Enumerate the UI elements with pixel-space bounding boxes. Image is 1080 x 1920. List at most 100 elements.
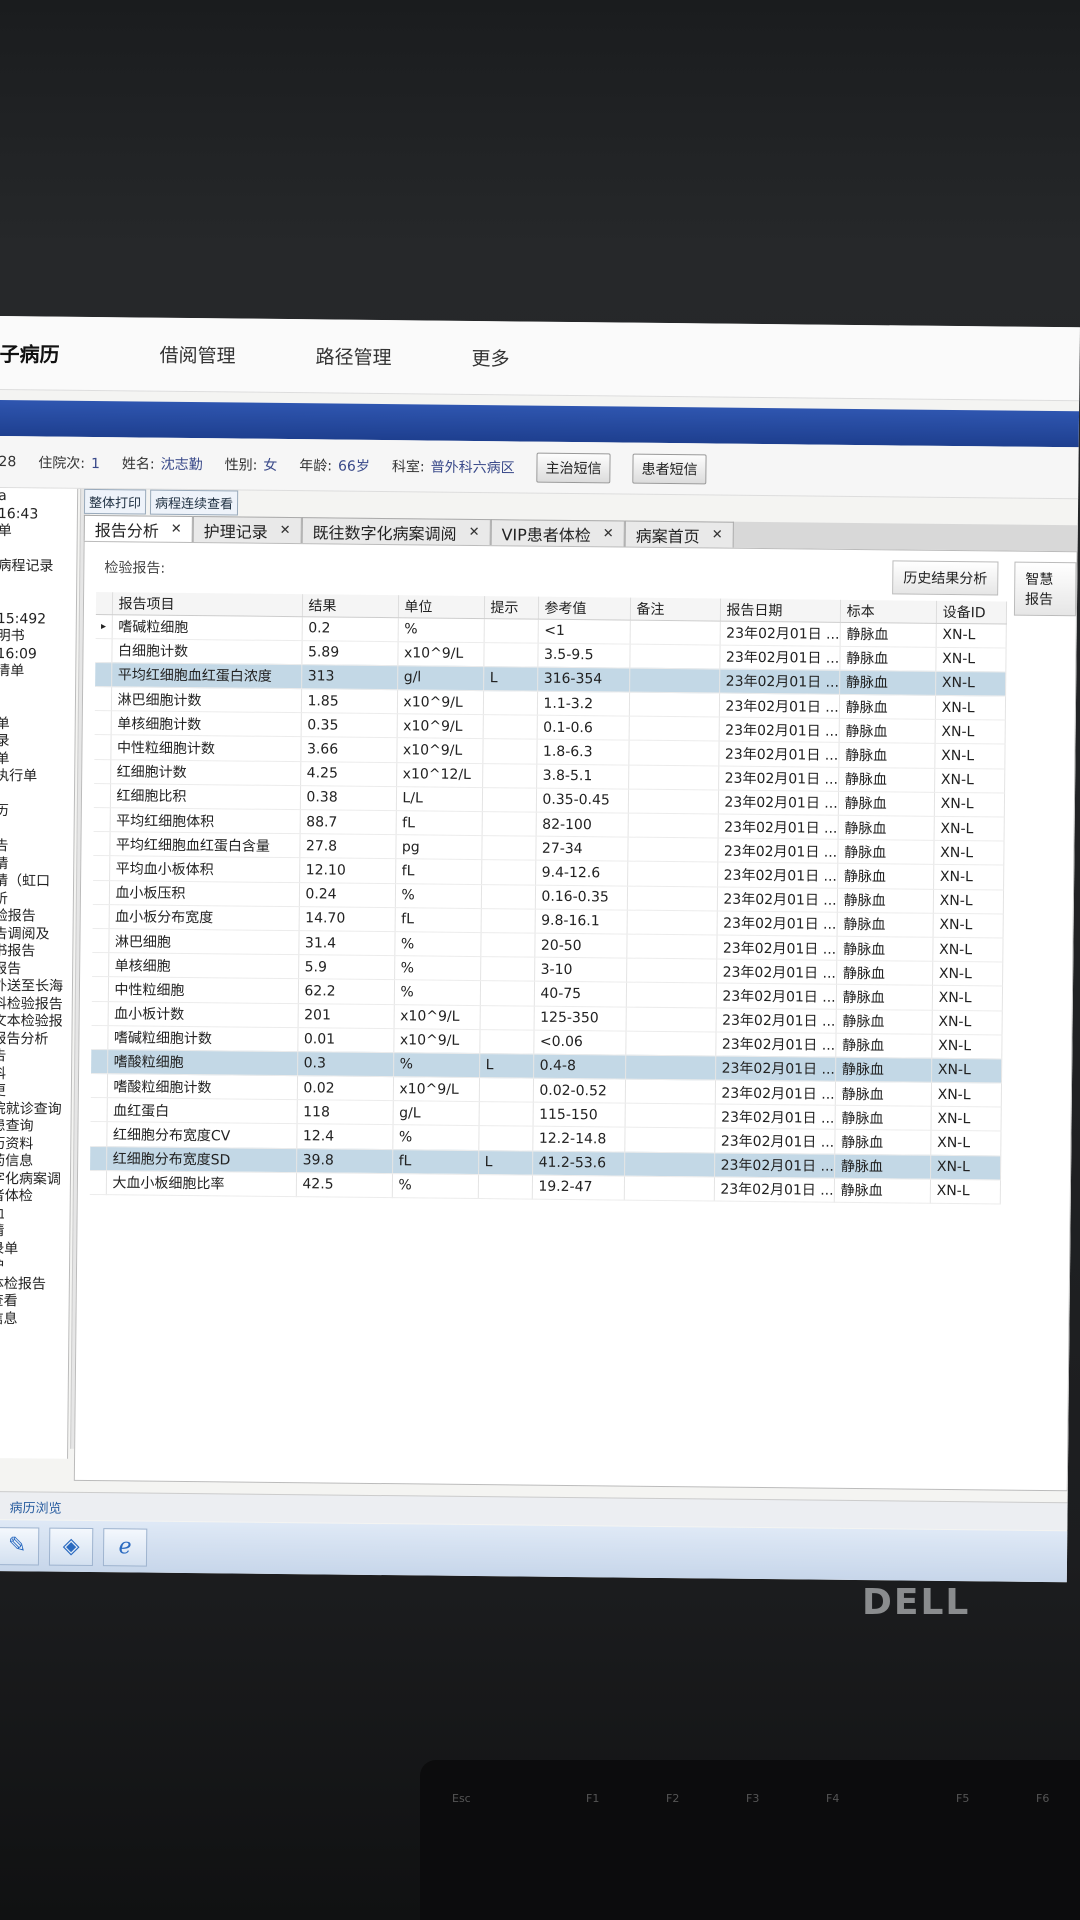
left-nav-item[interactable]: 外送至长海 bbox=[0, 978, 72, 996]
smart-report-button[interactable]: 智慧报告 bbox=[1013, 561, 1077, 617]
table-cell bbox=[625, 1030, 716, 1056]
left-nav-item[interactable]: 历 bbox=[0, 803, 74, 821]
left-nav-item[interactable]: 者体检 bbox=[0, 1188, 70, 1206]
left-nav-item[interactable]: a bbox=[0, 488, 77, 506]
table-cell bbox=[481, 859, 536, 885]
left-nav-item[interactable] bbox=[0, 540, 77, 558]
column-header[interactable]: 参考值 bbox=[537, 596, 631, 620]
record-browse-tab[interactable]: 病历浏览 bbox=[7, 1492, 64, 1524]
left-nav-item[interactable]: 信息 bbox=[0, 1310, 69, 1328]
left-nav-item[interactable]: 请 bbox=[0, 855, 73, 873]
tab-vip-checkup[interactable]: VIP患者体检 ✕ bbox=[490, 519, 625, 547]
column-header[interactable]: 设备ID bbox=[936, 600, 1007, 624]
left-nav-item[interactable]: 验报告 bbox=[0, 908, 73, 926]
row-marker bbox=[90, 1146, 107, 1171]
left-nav-item[interactable]: 病程记录 bbox=[0, 558, 76, 576]
table-cell: 31.4 bbox=[298, 930, 395, 956]
column-header[interactable]: 结果 bbox=[301, 594, 399, 618]
table-cell: 红细胞分布宽度SD bbox=[106, 1146, 297, 1173]
left-nav-item[interactable]: 录单 bbox=[0, 1240, 69, 1258]
left-nav-item[interactable]: 执行单 bbox=[0, 768, 74, 786]
table-cell: 0.02 bbox=[296, 1075, 394, 1101]
doctor-sms-button[interactable]: 主治短信 bbox=[536, 452, 611, 483]
column-header[interactable]: 提示 bbox=[483, 596, 539, 619]
row-marker bbox=[94, 759, 111, 784]
tab-record-homepage[interactable]: 病案首页 ✕ bbox=[624, 520, 734, 548]
left-nav-item[interactable] bbox=[0, 785, 74, 803]
progress-view-button[interactable]: 病程连续查看 bbox=[149, 489, 239, 516]
left-nav-item[interactable] bbox=[0, 820, 74, 838]
history-analysis-button[interactable]: 历史结果分析 bbox=[892, 560, 999, 596]
left-nav-item[interactable] bbox=[0, 575, 76, 593]
left-nav-item[interactable]: 字化病案调 bbox=[0, 1170, 70, 1188]
left-nav-item[interactable]: 16:09 bbox=[0, 645, 76, 663]
table-cell: <0.06 bbox=[533, 1029, 626, 1055]
table-cell: % bbox=[394, 883, 482, 909]
column-header[interactable]: 报告项目 bbox=[111, 592, 303, 617]
left-nav-item[interactable]: 院就诊查询 bbox=[0, 1100, 71, 1118]
table-cell: 3.8-5.1 bbox=[536, 763, 629, 789]
left-nav-item[interactable] bbox=[0, 680, 75, 698]
left-nav-item[interactable] bbox=[0, 593, 76, 611]
left-nav-item[interactable]: 单 bbox=[0, 715, 75, 733]
left-nav-item[interactable]: 体检报告 bbox=[0, 1275, 69, 1293]
left-nav-item[interactable]: 清单 bbox=[0, 663, 75, 681]
nav-borrow-management[interactable]: 借阅管理 bbox=[159, 341, 235, 369]
left-nav-item[interactable]: 录 bbox=[0, 733, 75, 751]
ie-icon[interactable]: ℯ bbox=[102, 1527, 148, 1567]
tab-label: 报告分析 bbox=[94, 520, 159, 541]
left-nav-item[interactable]: 科 bbox=[0, 1065, 71, 1083]
left-nav-item[interactable]: 血 bbox=[0, 1205, 70, 1223]
left-nav-item[interactable]: 文本检验报 bbox=[0, 1013, 72, 1031]
table-cell: 嗜酸粒细胞计数 bbox=[106, 1073, 298, 1100]
left-nav-item[interactable]: 报告 bbox=[0, 960, 72, 978]
close-icon[interactable]: ✕ bbox=[171, 522, 182, 537]
left-nav-item[interactable]: 更 bbox=[0, 1083, 71, 1101]
close-icon[interactable]: ✕ bbox=[712, 527, 723, 542]
table-cell: XN-L bbox=[932, 961, 1003, 987]
left-nav-item[interactable]: 单 bbox=[0, 750, 74, 768]
tab-report-analysis[interactable]: 报告分析 ✕ bbox=[83, 514, 193, 543]
close-icon[interactable]: ✕ bbox=[603, 526, 614, 541]
left-nav-item[interactable]: 析 bbox=[0, 890, 73, 908]
patient-sms-button[interactable]: 患者短信 bbox=[632, 453, 707, 484]
left-nav-item[interactable] bbox=[0, 698, 75, 716]
left-nav-item[interactable]: 科检验报告 bbox=[0, 995, 72, 1013]
column-header[interactable]: 标本 bbox=[840, 599, 937, 623]
close-icon[interactable]: ✕ bbox=[469, 525, 480, 540]
tab-digital-records[interactable]: 既往数字化病案调阅 ✕ bbox=[301, 517, 491, 546]
left-nav-item[interactable]: 15:492 bbox=[0, 610, 76, 628]
left-nav-item[interactable]: 报告分析 bbox=[0, 1030, 72, 1048]
table-cell: XN-L bbox=[934, 743, 1005, 769]
left-nav-item[interactable]: 请（虹口 bbox=[0, 873, 73, 891]
row-marker bbox=[91, 1025, 108, 1050]
left-nav-item[interactable]: 告 bbox=[0, 838, 74, 856]
left-nav-item[interactable]: 护 bbox=[0, 1258, 69, 1276]
print-all-button[interactable]: 整体打印 bbox=[83, 488, 147, 515]
app-icon[interactable]: ◈ bbox=[48, 1527, 94, 1566]
left-nav-item[interactable]: 明书 bbox=[0, 628, 76, 646]
left-nav-item[interactable]: 药信息 bbox=[0, 1153, 70, 1171]
nav-path-management[interactable]: 路径管理 bbox=[315, 342, 391, 370]
left-nav-item[interactable]: 告调阅及 bbox=[0, 925, 73, 943]
column-header[interactable]: 报告日期 bbox=[719, 598, 841, 622]
nav-more[interactable]: 更多 bbox=[471, 344, 509, 371]
left-nav-item[interactable]: 查看 bbox=[0, 1293, 69, 1311]
report-panel: 检验报告: 历史结果分析 智慧报告 报告项目 结果 单位 提示 参考值 备注 报告日期 标本设… bbox=[73, 540, 1078, 1492]
tools-icon[interactable]: ✎ bbox=[0, 1526, 40, 1565]
table-cell bbox=[626, 934, 717, 960]
left-nav-item[interactable]: 书报告 bbox=[0, 943, 72, 961]
left-nav-item[interactable]: 告 bbox=[0, 1048, 71, 1066]
left-nav-item[interactable]: 16:43 bbox=[0, 505, 77, 523]
table-cell: 12.2-14.8 bbox=[532, 1126, 625, 1152]
column-header[interactable]: 单位 bbox=[397, 595, 485, 619]
table-cell: 23年02月01日 ... bbox=[719, 668, 840, 695]
close-icon[interactable]: ✕ bbox=[280, 523, 291, 538]
column-header[interactable]: 备注 bbox=[629, 597, 721, 621]
sex-field: 性别: 女 bbox=[225, 454, 278, 475]
left-nav-item[interactable]: 患查询 bbox=[0, 1118, 71, 1136]
left-nav-item[interactable]: 单 bbox=[0, 523, 77, 541]
left-nav-item[interactable]: 请 bbox=[0, 1223, 69, 1241]
left-nav-item[interactable]: 历资料 bbox=[0, 1135, 70, 1153]
tab-nursing-records[interactable]: 护理记录 ✕ bbox=[192, 516, 302, 544]
